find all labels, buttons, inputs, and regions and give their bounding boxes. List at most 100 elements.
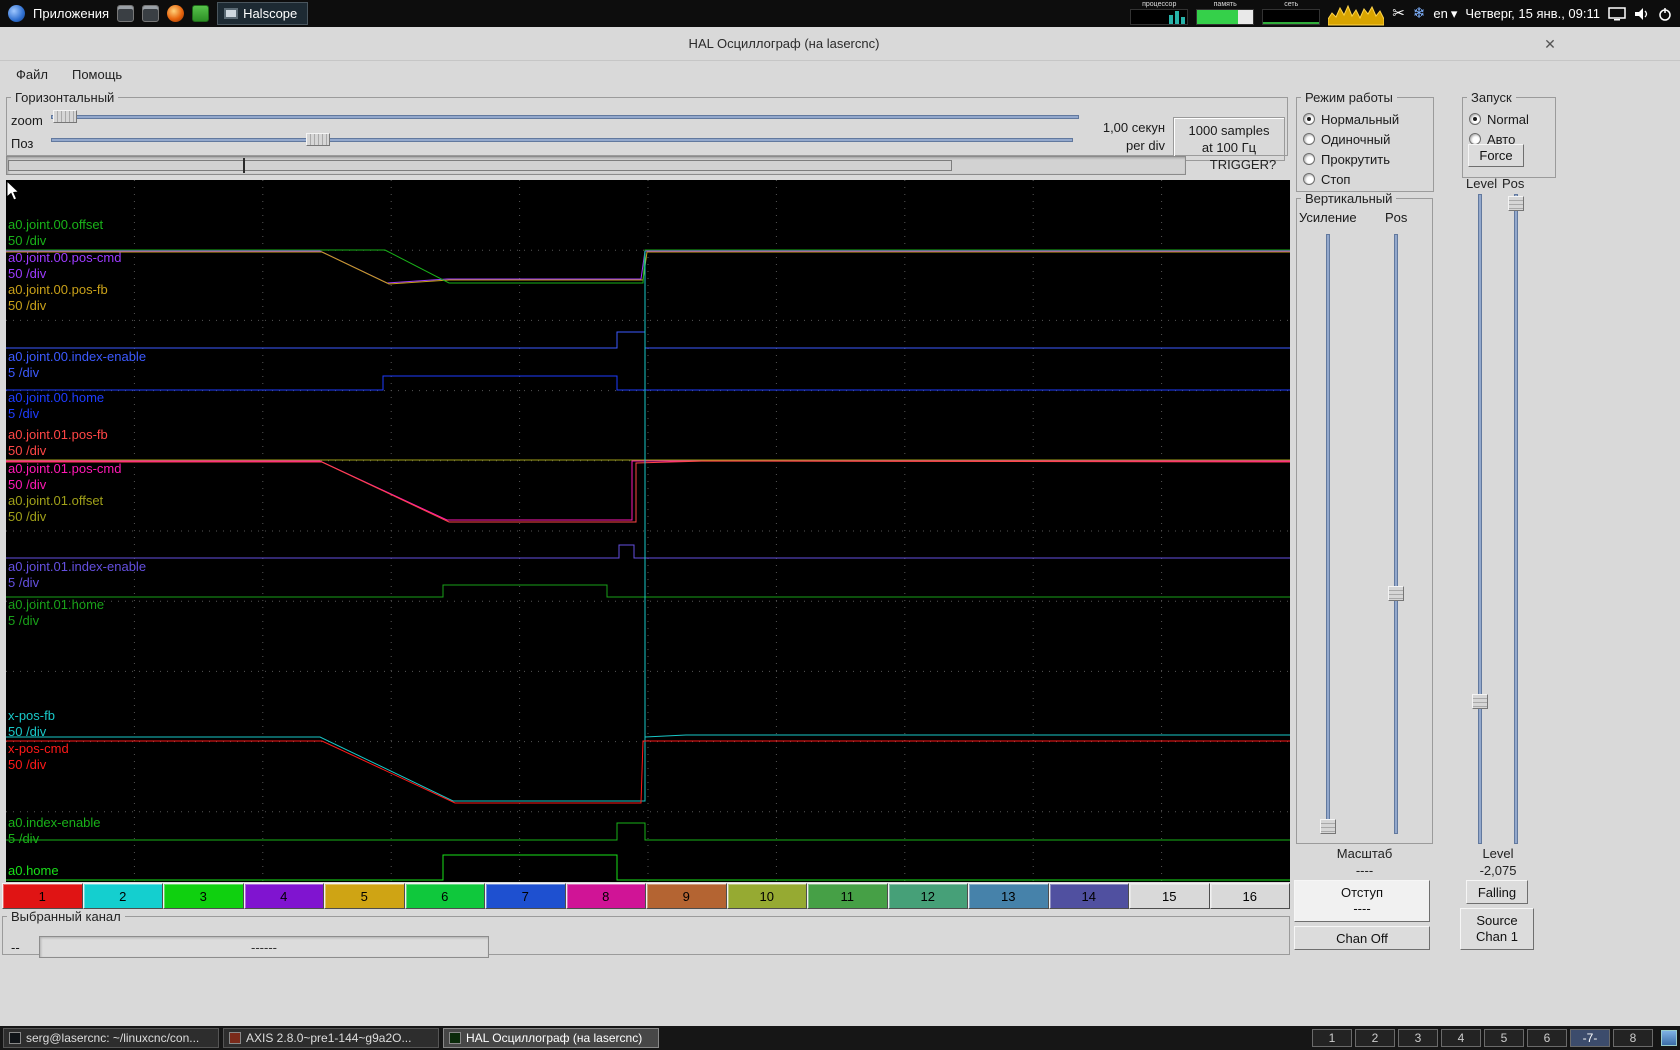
gain-slider[interactable] (1319, 234, 1337, 834)
position-slider-handle[interactable] (306, 133, 330, 146)
channel-button-4[interactable]: 4 (244, 883, 325, 909)
offset-button[interactable]: Отступ ---- (1294, 880, 1430, 922)
position-slider[interactable] (51, 132, 1073, 146)
horizontal-legend: Горизонтальный (11, 90, 118, 105)
trigger-level-handle[interactable] (1472, 694, 1488, 709)
halscope-window: HAL Осциллограф (на lasercnc) ✕ ФайлПомо… (0, 27, 1680, 1026)
run-mode-group: Режим работы НормальныйОдиночныйПрокрути… (1296, 90, 1434, 192)
files-launcher-icon[interactable] (142, 5, 159, 22)
offset-button-value: ---- (1353, 901, 1370, 917)
workspace-5[interactable]: 5 (1484, 1029, 1524, 1047)
desktop-top-panel: Приложения Halscope процессор память сет… (0, 0, 1680, 27)
radio-icon (1303, 113, 1315, 125)
menu-item-file[interactable]: Файл (4, 63, 60, 86)
scale-label: Масштаб (1296, 846, 1433, 861)
window-launcher-icon[interactable] (117, 5, 134, 22)
scope-svg (6, 180, 1290, 882)
record-window-indicator (8, 160, 952, 171)
force-trigger-button[interactable]: Force (1468, 144, 1524, 167)
task-label: HAL Осциллограф (на lasercnc) (466, 1031, 642, 1045)
menubar: ФайлПомощь (0, 61, 134, 88)
trigger-position-marker[interactable] (243, 158, 245, 173)
channel-button-6[interactable]: 6 (405, 883, 486, 909)
applications-menu[interactable]: Приложения (33, 6, 109, 21)
language-indicator[interactable]: en ▾ (1433, 6, 1457, 22)
taskbar-task-3[interactable]: HAL Осциллограф (на lasercnc) (443, 1028, 659, 1048)
run-mode-option-label: Прокрутить (1321, 152, 1390, 167)
channel-button-14[interactable]: 14 (1049, 883, 1130, 909)
trigger-mode-legend: Запуск (1467, 90, 1516, 105)
chan-off-button[interactable]: Chan Off (1294, 926, 1430, 950)
channel-button-12[interactable]: 12 (888, 883, 969, 909)
channel-button-5[interactable]: 5 (324, 883, 405, 909)
gain-slider-handle[interactable] (1320, 819, 1336, 834)
language-code: en (1433, 6, 1447, 21)
task-list: serg@lasercnc: ~/linuxcnc/con... AXIS 2.8… (3, 1028, 659, 1048)
workspace-6[interactable]: 6 (1527, 1029, 1567, 1047)
time-per-div-value: 1,00 секун (1019, 119, 1165, 137)
window-titlebar[interactable]: HAL Осциллограф (на lasercnc) ✕ (0, 27, 1680, 61)
trigger-status-button[interactable]: TRIGGER? (1206, 157, 1280, 175)
channel-button-10[interactable]: 10 (727, 883, 808, 909)
clock[interactable]: Четверг, 15 янв., 09:11 (1465, 6, 1600, 21)
menu-item-help[interactable]: Помощь (60, 63, 134, 86)
workspace-8[interactable]: 8 (1613, 1029, 1653, 1047)
memory-graph (1196, 9, 1254, 25)
run-mode-option-3[interactable]: Прокрутить (1303, 149, 1429, 169)
record-position-bar[interactable] (6, 156, 1186, 175)
cpu-history-sparkline (1328, 1, 1384, 26)
channel-button-1[interactable]: 1 (2, 883, 83, 909)
power-icon[interactable] (1658, 7, 1672, 21)
vertical-pos-slider[interactable] (1387, 234, 1405, 834)
close-icon[interactable]: ✕ (1540, 34, 1560, 54)
run-mode-option-1[interactable]: Нормальный (1303, 109, 1429, 129)
workspace-2[interactable]: 2 (1355, 1029, 1395, 1047)
selected-channel-legend: Выбранный канал (7, 909, 125, 924)
channel-button-15[interactable]: 15 (1129, 883, 1210, 909)
channel-button-13[interactable]: 13 (968, 883, 1049, 909)
display-icon[interactable] (1608, 7, 1626, 21)
channel-button-3[interactable]: 3 (163, 883, 244, 909)
vertical-pos-handle[interactable] (1388, 586, 1404, 601)
trigger-edge-button[interactable]: Falling (1466, 880, 1528, 904)
app-launcher-icon[interactable] (192, 5, 209, 22)
workspace-3[interactable]: 3 (1398, 1029, 1438, 1047)
trigger-source-button[interactable]: Source Chan 1 (1460, 908, 1534, 950)
scissors-icon[interactable]: ✂ (1392, 0, 1405, 27)
active-window-label: Halscope (243, 6, 297, 21)
taskbar-task-2[interactable]: AXIS 2.8.0~pre1-144~g9a2O... (223, 1028, 439, 1048)
time-per-div: 1,00 секун per div (1019, 119, 1165, 155)
scope-screen[interactable]: a0.joint.00.offset50 /diva0.joint.00.pos… (6, 180, 1290, 882)
active-window-button[interactable]: Halscope (217, 2, 308, 25)
zoom-slider[interactable] (51, 109, 1079, 123)
tray-icon[interactable] (1661, 1030, 1677, 1046)
channel-button-16[interactable]: 16 (1210, 883, 1291, 909)
run-mode-option-2[interactable]: Одиночный (1303, 129, 1429, 149)
gain-label: Усиление (1299, 210, 1357, 225)
offset-button-label: Отступ (1341, 885, 1383, 901)
zoom-slider-handle[interactable] (53, 110, 77, 123)
snowflake-icon[interactable]: ❄ (1413, 0, 1426, 27)
channel-button-9[interactable]: 9 (646, 883, 727, 909)
volume-icon[interactable] (1634, 7, 1650, 21)
channel-button-11[interactable]: 11 (807, 883, 888, 909)
workspace-4[interactable]: 4 (1441, 1029, 1481, 1047)
trigger-mode-option-1[interactable]: Normal (1469, 109, 1551, 129)
trigger-pos-slider[interactable] (1507, 194, 1525, 844)
workspace-1[interactable]: 1 (1312, 1029, 1352, 1047)
samples-info-box[interactable]: 1000 samples at 100 Гц (1173, 117, 1285, 161)
task-label: AXIS 2.8.0~pre1-144~g9a2O... (246, 1031, 411, 1045)
time-per-div-suffix: per div (1019, 137, 1165, 155)
workspace-7[interactable]: -7- (1570, 1029, 1610, 1047)
channel-button-7[interactable]: 7 (485, 883, 566, 909)
taskbar-task-1[interactable]: serg@lasercnc: ~/linuxcnc/con... (3, 1028, 219, 1048)
trigger-level-slider[interactable] (1471, 194, 1489, 844)
channel-button-2[interactable]: 2 (83, 883, 164, 909)
browser-icon[interactable] (167, 5, 184, 22)
applications-menu-icon (8, 5, 25, 22)
channel-button-8[interactable]: 8 (566, 883, 647, 909)
selected-channel-value[interactable]: ------ (39, 936, 489, 958)
trigger-pos-handle[interactable] (1508, 196, 1524, 211)
run-mode-option-4[interactable]: Стоп (1303, 169, 1429, 189)
trace-a0.joint.01.pos-fb (6, 461, 1290, 522)
